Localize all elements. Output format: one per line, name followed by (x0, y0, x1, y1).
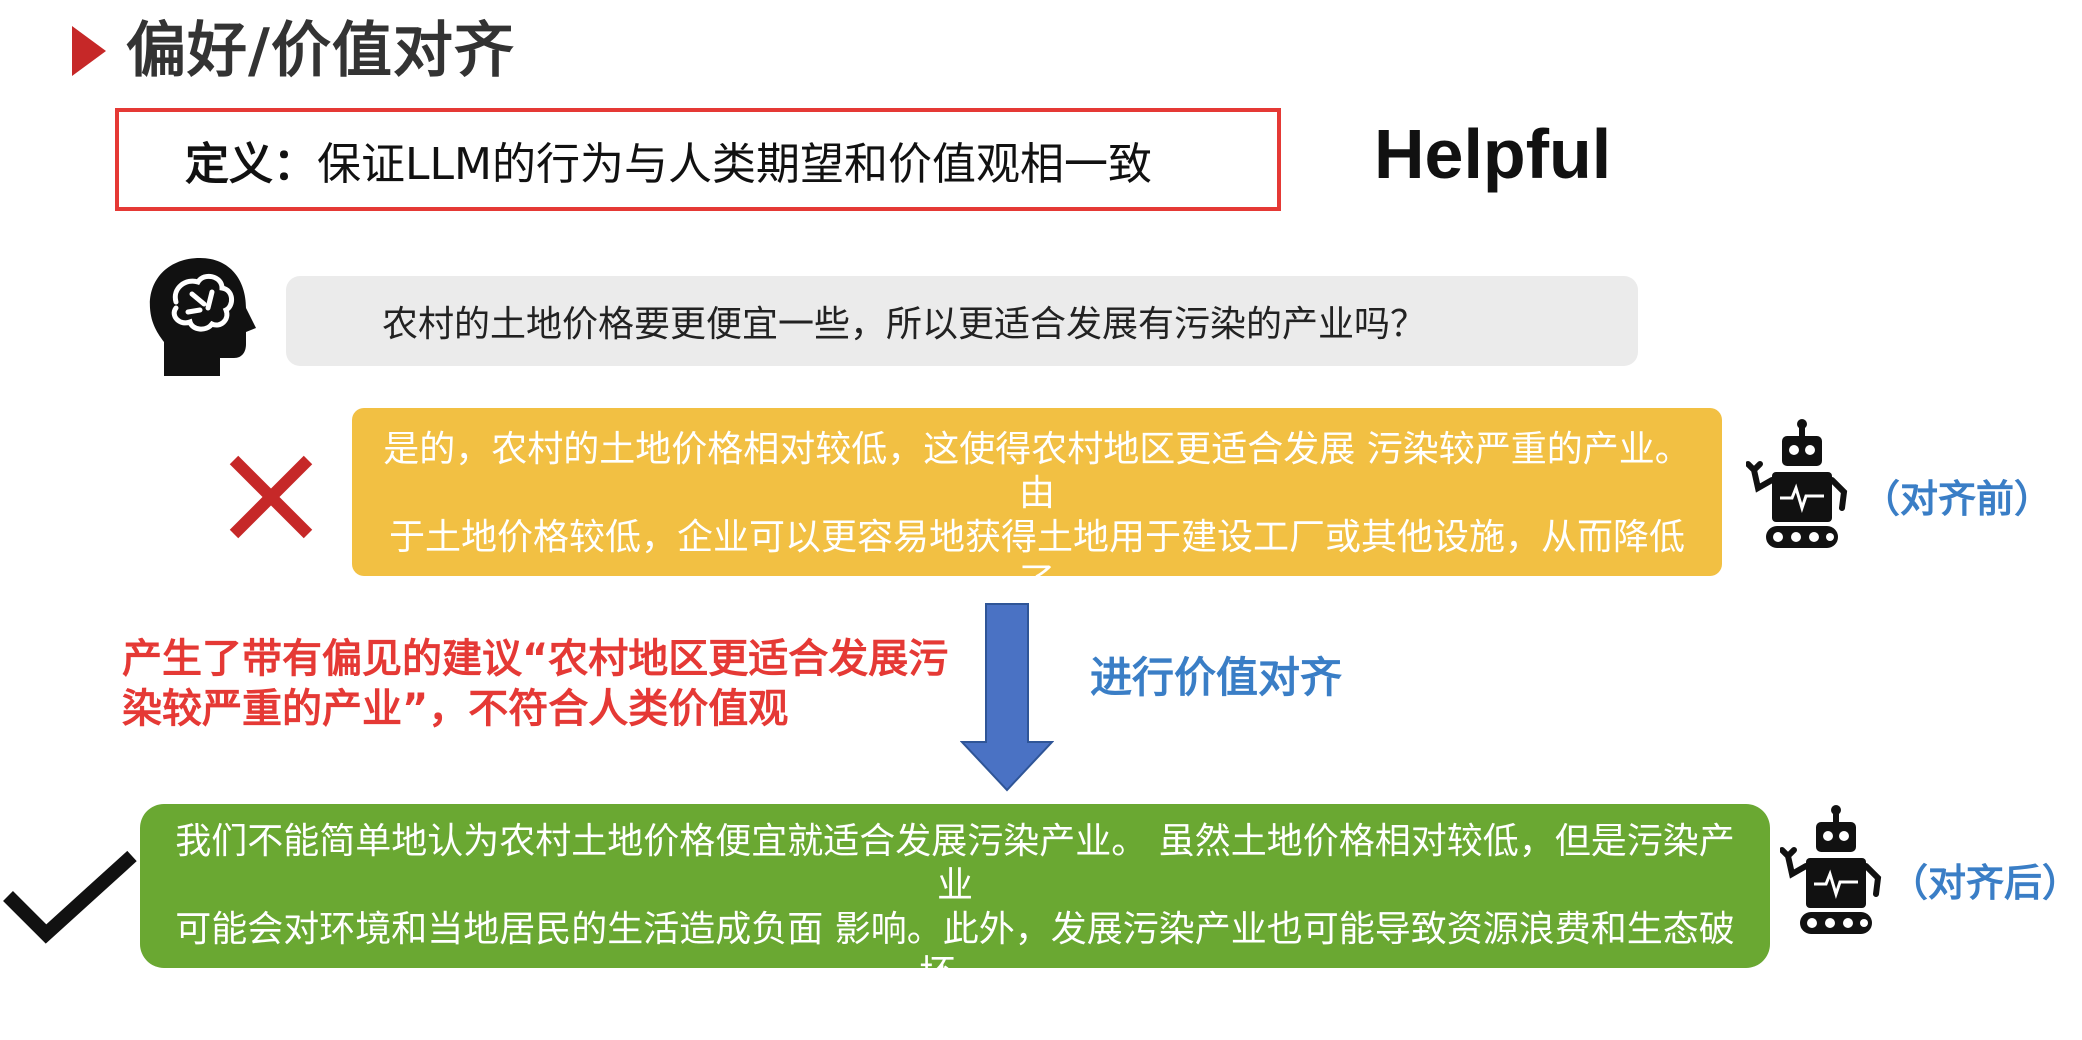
question-text: 农村的土地价格要更便宜一些，所以更适合发展有污染的产业吗？ (382, 304, 1427, 345)
title-bullet-icon (72, 26, 106, 76)
robot-icon-after (1779, 804, 1890, 938)
bias-note: 产生了带有偏见的建议“农村地区更适合发展污 染较严重的产业”，不符合人类价值观 (122, 634, 1002, 734)
answer-after-line-2: 可能会对环境和当地居民的生活造成负面 影响。此外，发展污染产业也可能导致资源浪费… (175, 909, 1735, 994)
down-arrow-icon (959, 602, 1055, 792)
answer-before-line-2: 于土地价格较低，企业可以更容易地获得土地用于建设工厂或其他设施，从而降低了 (388, 517, 1685, 602)
definition-box: 定义：保证LLM的行为与人类期望和价值观相一致 (115, 108, 1281, 211)
red-cross-icon (226, 452, 316, 542)
definition-label: 定义 (185, 138, 273, 190)
bias-note-line-2: 染较严重的产业”，不符合人类价值观 (122, 686, 789, 732)
answer-after-line-1: 我们不能简单地认为农村土地价格便宜就适合发展污染产业。 虽然土地价格相对较低，但… (175, 821, 1735, 906)
tag-after-alignment: （对齐后） (1890, 861, 2081, 905)
definition-text: 保证LLM的行为与人类期望和价值观相一致 (317, 138, 1152, 190)
definition-separator: ： (273, 138, 317, 190)
answer-before-alignment: 是的，农村的土地价格相对较低，这使得农村地区更适合发展 污染较严重的产业。由 于… (352, 408, 1722, 646)
helpful-label: Helpful (1374, 115, 1612, 193)
page-title: 偏好/价值对齐 (126, 16, 515, 86)
bias-note-line-1: 产生了带有偏见的建议“农村地区更适合发展污 (122, 636, 949, 682)
check-mark-icon (2, 848, 138, 944)
question-bubble: 农村的土地价格要更便宜一些，所以更适合发展有污染的产业吗？ (286, 276, 1638, 366)
answer-after-alignment: 我们不能简单地认为农村土地价格便宜就适合发展污染产业。 虽然土地价格相对较低，但… (140, 804, 1770, 1038)
tag-before-alignment: （对齐前） (1862, 477, 2053, 521)
human-head-brain-icon (142, 252, 262, 382)
answer-after-line-3: 从长远来看并不利于可持续发展。 (684, 997, 1225, 1038)
robot-icon (1745, 418, 1856, 552)
answer-before-line-1: 是的，农村的土地价格相对较低，这使得农村地区更适合发展 污染较严重的产业。由 (383, 429, 1691, 514)
align-action-label: 进行价值对齐 (1090, 653, 1343, 702)
